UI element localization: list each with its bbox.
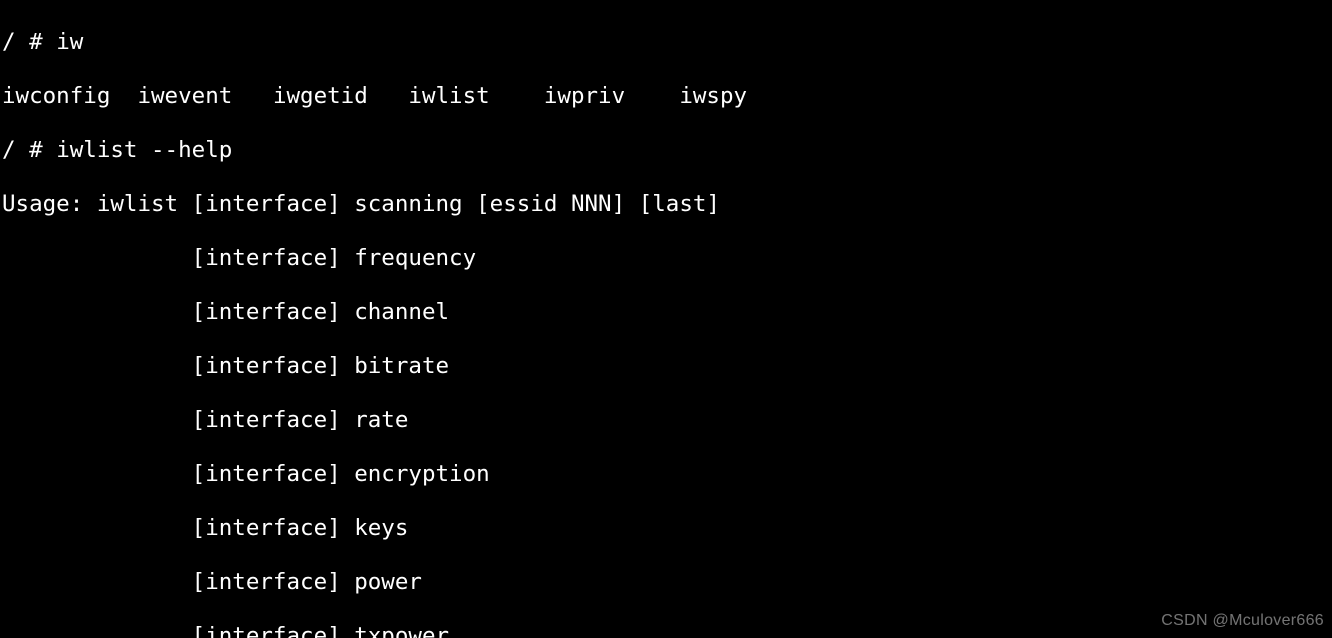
usage-line: [interface] bitrate [2, 353, 1332, 380]
command-text: iw [56, 29, 83, 55]
terminal-output[interactable]: / # iw iwconfig iwevent iwgetid iwlist i… [0, 0, 1332, 638]
completion-item: iwspy [679, 83, 747, 109]
usage-line: [interface] txpower [2, 623, 1332, 638]
usage-line: [interface] encryption [2, 461, 1332, 488]
completion-item: iwpriv [544, 83, 625, 109]
completion-item: iwlist [408, 83, 489, 109]
completion-list: iwconfig iwevent iwgetid iwlist iwpriv i… [2, 83, 1332, 110]
usage-line: [interface] keys [2, 515, 1332, 542]
usage-line: Usage: iwlist [interface] scanning [essi… [2, 191, 1332, 218]
completion-item: iwevent [137, 83, 232, 109]
usage-line: [interface] frequency [2, 245, 1332, 272]
completion-item: iwconfig [2, 83, 110, 109]
usage-line: [interface] power [2, 569, 1332, 596]
prompt: / # [2, 137, 56, 163]
command-text: iwlist --help [56, 137, 232, 163]
watermark-text: CSDN @Mculover666 [1161, 607, 1324, 634]
usage-line: [interface] channel [2, 299, 1332, 326]
prompt: / # [2, 29, 56, 55]
completion-item: iwgetid [273, 83, 368, 109]
usage-line: [interface] rate [2, 407, 1332, 434]
